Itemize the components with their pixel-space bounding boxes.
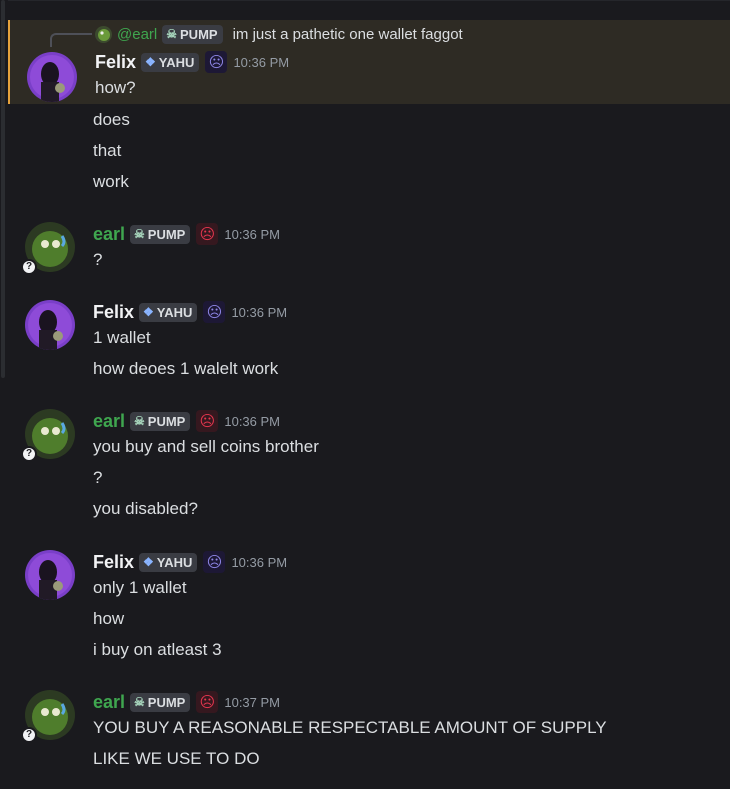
message-header: earl ☠ PUMP ☹ 10:36 PM bbox=[93, 410, 280, 432]
message-group[interactable]: ? earl ☠ PUMP ☹ 10:36 PM ? bbox=[8, 216, 730, 276]
frown-face-icon: ☹ bbox=[203, 551, 226, 573]
diamond-icon: ❖ bbox=[143, 305, 154, 319]
message-line: work bbox=[93, 172, 129, 191]
message-line: you buy and sell coins brother bbox=[93, 437, 319, 456]
frown-face-icon: ☹ bbox=[205, 51, 228, 73]
author-tag: ❖ YAHU bbox=[141, 52, 200, 72]
timestamp: 10:36 PM bbox=[231, 554, 288, 570]
reply-text[interactable]: im just a pathetic one wallet faggot bbox=[233, 26, 463, 43]
author-tag: ☠ PUMP bbox=[130, 411, 191, 431]
reply-spine bbox=[50, 33, 92, 47]
timestamp: 10:36 PM bbox=[224, 413, 281, 429]
message-group[interactable]: @earl ☠ PUMP im just a pathetic one walle… bbox=[8, 20, 730, 104]
avatar[interactable] bbox=[25, 550, 75, 600]
author-name[interactable]: earl bbox=[93, 224, 125, 245]
author-tag: ☠ PUMP bbox=[130, 692, 191, 712]
message-header: Felix ❖ YAHU ☹ 10:36 PM bbox=[95, 51, 289, 73]
message-line: how? bbox=[95, 78, 136, 97]
timestamp: 10:36 PM bbox=[224, 226, 281, 242]
message-line: LIKE WE USE TO DO bbox=[93, 749, 260, 768]
status-unknown-icon: ? bbox=[21, 259, 37, 275]
reply-avatar[interactable] bbox=[95, 25, 112, 43]
message-header: earl ☠ PUMP ☹ 10:37 PM bbox=[93, 691, 280, 713]
message-line: i buy on atleast 3 bbox=[93, 640, 222, 659]
author-tag: ❖ YAHU bbox=[139, 552, 198, 572]
message-group[interactable]: ? earl ☠ PUMP ☹ 10:37 PM YOU BUY A REASON… bbox=[8, 684, 730, 776]
message-header: Felix ❖ YAHU ☹ 10:36 PM bbox=[93, 551, 287, 573]
avatar[interactable] bbox=[25, 300, 75, 350]
author-tag-label: YAHU bbox=[158, 54, 195, 70]
author-tag: ☠ PUMP bbox=[130, 224, 191, 244]
skull-icon: ☠ bbox=[134, 695, 145, 709]
message-group[interactable]: ? earl ☠ PUMP ☹ 10:36 PM you buy and sell… bbox=[8, 403, 730, 525]
reply-mention[interactable]: @earl bbox=[117, 26, 157, 43]
timestamp: 10:36 PM bbox=[233, 54, 290, 70]
reply-tag: ☠ PUMP bbox=[162, 24, 223, 44]
author-name[interactable]: Felix bbox=[93, 302, 134, 323]
avatar[interactable] bbox=[27, 52, 77, 102]
timestamp: 10:37 PM bbox=[224, 694, 281, 710]
reply-preview[interactable]: @earl ☠ PUMP im just a pathetic one walle… bbox=[95, 24, 463, 44]
timestamp: 10:36 PM bbox=[231, 304, 288, 320]
author-name[interactable]: earl bbox=[93, 692, 125, 713]
skull-icon: ☠ bbox=[134, 414, 145, 428]
author-tag-label: YAHU bbox=[156, 554, 193, 570]
message-header: earl ☠ PUMP ☹ 10:36 PM bbox=[93, 223, 280, 245]
message-group[interactable]: Felix ❖ YAHU ☹ 10:36 PM only 1 wallet how… bbox=[8, 544, 730, 668]
message-line: that bbox=[93, 141, 122, 160]
message-line: you disabled? bbox=[93, 499, 198, 518]
frown-face-icon: ☹ bbox=[196, 691, 219, 713]
scrollbar[interactable] bbox=[0, 0, 6, 789]
diamond-icon: ❖ bbox=[145, 55, 156, 69]
author-tag: ❖ YAHU bbox=[139, 302, 198, 322]
message-line: ? bbox=[93, 468, 103, 487]
author-tag-label: YAHU bbox=[156, 304, 193, 320]
status-unknown-icon: ? bbox=[21, 727, 37, 743]
message-header: Felix ❖ YAHU ☹ 10:36 PM bbox=[93, 301, 287, 323]
message-line: YOU BUY A REASONABLE RESPECTABLE AMOUNT … bbox=[93, 718, 607, 737]
skull-icon: ☠ bbox=[166, 27, 178, 41]
author-tag-label: PUMP bbox=[147, 694, 186, 710]
author-name[interactable]: Felix bbox=[93, 552, 134, 573]
reply-tag-label: PUMP bbox=[180, 26, 218, 42]
diamond-icon: ❖ bbox=[143, 555, 154, 569]
scrollbar-thumb[interactable] bbox=[1, 0, 5, 378]
author-name[interactable]: earl bbox=[93, 411, 125, 432]
top-divider bbox=[8, 0, 730, 1]
frown-face-icon: ☹ bbox=[196, 223, 219, 245]
message-line: only 1 wallet bbox=[93, 578, 187, 597]
message-line: ? bbox=[93, 250, 103, 269]
frown-face-icon: ☹ bbox=[203, 301, 226, 323]
message-line: how deoes 1 walelt work bbox=[93, 359, 279, 378]
author-tag-label: PUMP bbox=[147, 413, 186, 429]
message-continuation[interactable]: does that work bbox=[8, 104, 730, 198]
message-line: does bbox=[93, 110, 130, 129]
author-name[interactable]: Felix bbox=[95, 52, 136, 73]
status-unknown-icon: ? bbox=[21, 446, 37, 462]
author-tag-label: PUMP bbox=[147, 226, 186, 242]
frown-face-icon: ☹ bbox=[196, 410, 219, 432]
skull-icon: ☠ bbox=[134, 227, 145, 241]
message-line: how bbox=[93, 609, 125, 628]
message-line: 1 wallet bbox=[93, 328, 151, 347]
message-group[interactable]: Felix ❖ YAHU ☹ 10:36 PM 1 wallet how deoe… bbox=[8, 294, 730, 386]
